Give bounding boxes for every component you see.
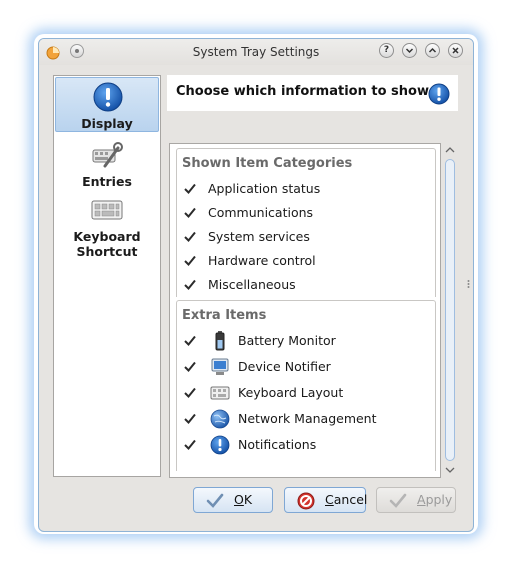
sidebar-item-keyboard-shortcut[interactable]: Keyboard Shortcut: [55, 196, 159, 262]
list-scrollbar[interactable]: [443, 143, 457, 478]
apply-mnemonic: A: [417, 492, 426, 507]
apply-label: pply: [425, 492, 453, 507]
sidebar-item-label-line1: Keyboard: [73, 229, 141, 244]
checkbox-checked[interactable]: [182, 437, 198, 453]
cancel-label: ancel: [333, 492, 368, 507]
checkbox-label: Keyboard Layout: [238, 385, 344, 400]
checkmark-icon: [206, 493, 224, 508]
checkbox-label: Device Notifier: [238, 359, 331, 374]
apply-button[interactable]: Apply: [376, 487, 456, 513]
shown-categories-title: Shown Item Categories: [182, 156, 353, 171]
sidebar-item-display[interactable]: Display: [55, 77, 159, 132]
help-icon: ?: [383, 45, 390, 55]
categories-list[interactable]: Shown Item Categories Application status…: [169, 143, 441, 478]
checkbox-label: Network Management: [238, 411, 377, 426]
device-notifier-icon: [211, 358, 229, 375]
info-icon: [93, 82, 123, 112]
extra-items-title: Extra Items: [182, 308, 267, 323]
ok-mnemonic: O: [234, 492, 244, 507]
close-button[interactable]: [448, 43, 463, 58]
sidebar-item-label: Entries: [82, 174, 132, 189]
checkbox-checked[interactable]: [182, 277, 198, 293]
checkbox-label: Notifications: [238, 437, 317, 452]
checkbox-checked[interactable]: [182, 205, 198, 221]
tools-icon: [92, 142, 123, 168]
checkbox-label: Application status: [208, 181, 321, 196]
chevron-up-icon: [428, 47, 437, 53]
checkbox-checked[interactable]: [182, 411, 198, 427]
chevron-down-icon: [405, 48, 414, 54]
battery-icon: [215, 331, 225, 351]
checkbox-checked[interactable]: [182, 253, 198, 269]
page-header: Choose which information to show: [167, 75, 458, 111]
resize-grip-icon[interactable]: [467, 279, 470, 289]
checkbox-checked[interactable]: [182, 181, 198, 197]
help-button[interactable]: ?: [379, 43, 394, 58]
ok-label: K: [243, 492, 253, 507]
notifications-icon: [210, 435, 230, 455]
checkbox-label: Miscellaneous: [208, 277, 296, 292]
scroll-down-icon[interactable]: [444, 465, 456, 475]
title-bar[interactable]: System Tray Settings ?: [39, 39, 473, 65]
sidebar-item-label: Display: [81, 116, 133, 131]
checkbox-label: Hardware control: [208, 253, 316, 268]
checkbox-checked[interactable]: [182, 385, 198, 401]
checkbox-checked[interactable]: [182, 359, 198, 375]
sidebar-item-label-line2: Shortcut: [76, 244, 138, 259]
checkbox-checked[interactable]: [182, 229, 198, 245]
settings-dialog: System Tray Settings ? Display Entries K…: [38, 38, 474, 532]
checkbox-checked[interactable]: [182, 333, 198, 349]
ok-button[interactable]: OK: [193, 487, 273, 513]
keyboard-icon: [91, 200, 123, 220]
checkbox-label: Battery Monitor: [238, 333, 336, 348]
scroll-up-icon[interactable]: [444, 145, 456, 155]
network-globe-icon: [210, 409, 230, 429]
checkmark-icon: [389, 493, 407, 508]
cancel-mnemonic: C: [325, 492, 334, 507]
maximize-button[interactable]: [425, 43, 440, 58]
minimize-button[interactable]: [402, 43, 417, 58]
close-icon: [452, 47, 459, 54]
sidebar-item-entries[interactable]: Entries: [55, 138, 159, 190]
cancel-button[interactable]: Cancel: [284, 487, 368, 513]
page-title: Choose which information to show: [176, 84, 429, 99]
cancel-icon: [297, 492, 315, 510]
checkbox-label: Communications: [208, 205, 314, 220]
keyboard-layout-icon: [210, 386, 230, 400]
info-icon: [428, 83, 450, 105]
scrollbar-thumb[interactable]: [445, 159, 455, 461]
page-sidebar: Display Entries Keyboard Shortcut: [53, 75, 161, 477]
checkbox-label: System services: [208, 229, 310, 244]
